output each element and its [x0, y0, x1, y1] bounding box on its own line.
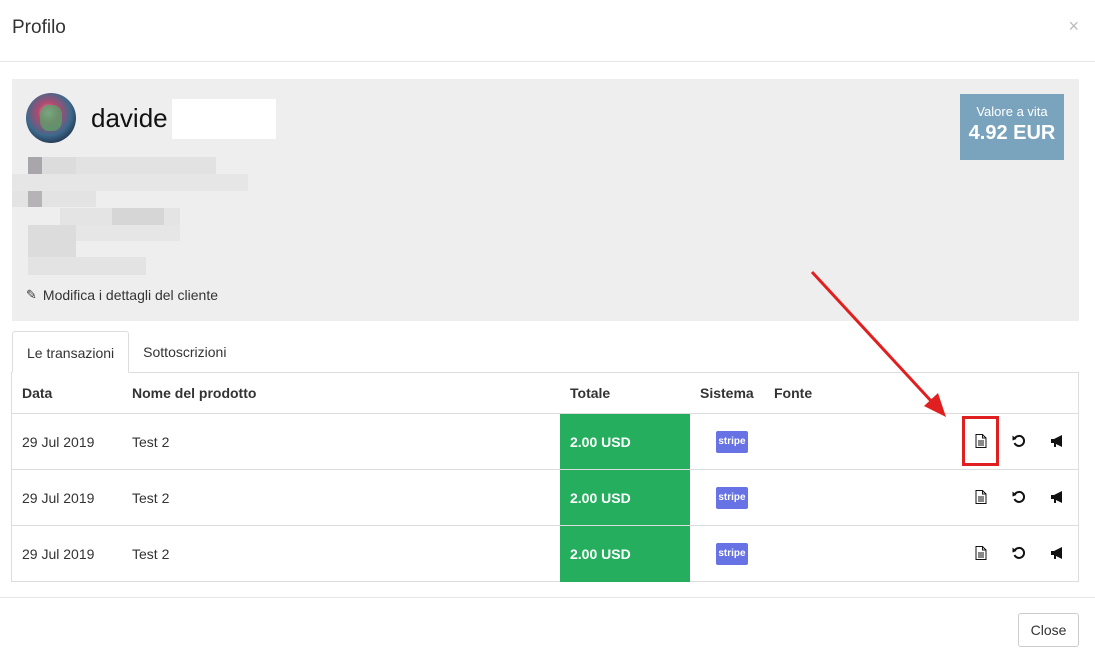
redacted-surname [172, 99, 276, 139]
profile-panel: davide ✎ Modifica i dettagli del cliente… [12, 79, 1079, 321]
cell-date: 29 Jul 2019 [22, 490, 95, 506]
modal-header: Profilo × [0, 0, 1095, 62]
header-date: Data [22, 385, 53, 401]
close-x-icon[interactable]: × [1068, 16, 1079, 37]
lifetime-value-badge: Valore a vita 4.92 EUR [960, 94, 1064, 160]
undo-icon[interactable] [1010, 488, 1028, 506]
avatar [26, 93, 76, 143]
lifetime-value-amount: 4.92 EUR [968, 122, 1056, 144]
cell-total: 2.00 USD [560, 526, 690, 582]
cell-total: 2.00 USD [560, 414, 690, 469]
lifetime-value-label: Valore a vita [976, 104, 1048, 119]
cell-total: 2.00 USD [560, 470, 690, 525]
cell-date: 29 Jul 2019 [22, 434, 95, 450]
stripe-badge: stripe [716, 543, 748, 565]
header-system: Sistema [700, 385, 754, 401]
megaphone-icon[interactable] [1049, 432, 1067, 450]
header-source: Fonte [774, 385, 813, 401]
transactions-table: Data Nome del prodotto Totale Sistema Fo… [11, 372, 1079, 582]
document-icon[interactable] [972, 488, 990, 506]
table-row: 29 Jul 2019 Test 2 2.00 USD stripe [12, 414, 1078, 470]
tab-bar: Le transazioni Sottoscrizioni [12, 331, 240, 373]
cell-date: 29 Jul 2019 [22, 546, 95, 562]
stripe-badge: stripe [716, 431, 748, 453]
close-button[interactable]: Close [1018, 613, 1079, 647]
edit-customer-link[interactable]: ✎ Modifica i dettagli del cliente [26, 287, 218, 303]
undo-icon[interactable] [1010, 432, 1028, 450]
cell-product: Test 2 [132, 490, 170, 506]
header-product: Nome del prodotto [132, 385, 257, 401]
stripe-badge: stripe [716, 487, 748, 509]
document-icon[interactable] [972, 544, 990, 562]
customer-name: davide [91, 103, 168, 133]
undo-icon[interactable] [1010, 544, 1028, 562]
edit-customer-label: Modifica i dettagli del cliente [42, 287, 219, 303]
modal-footer: Close [0, 597, 1095, 655]
megaphone-icon[interactable] [1049, 488, 1067, 506]
tab-transactions[interactable]: Le transazioni [12, 331, 130, 373]
modal-title: Profilo [12, 17, 66, 38]
table-row: 29 Jul 2019 Test 2 2.00 USD stripe [12, 526, 1078, 582]
table-header: Data Nome del prodotto Totale Sistema Fo… [12, 373, 1078, 414]
table-row: 29 Jul 2019 Test 2 2.00 USD stripe [12, 470, 1078, 526]
megaphone-icon[interactable] [1049, 544, 1067, 562]
cell-product: Test 2 [132, 434, 170, 450]
annotation-highlight-box [962, 416, 999, 466]
header-total: Totale [570, 385, 611, 401]
pencil-icon: ✎ [26, 287, 37, 302]
cell-product: Test 2 [132, 546, 170, 562]
tab-subscriptions[interactable]: Sottoscrizioni [129, 331, 240, 373]
